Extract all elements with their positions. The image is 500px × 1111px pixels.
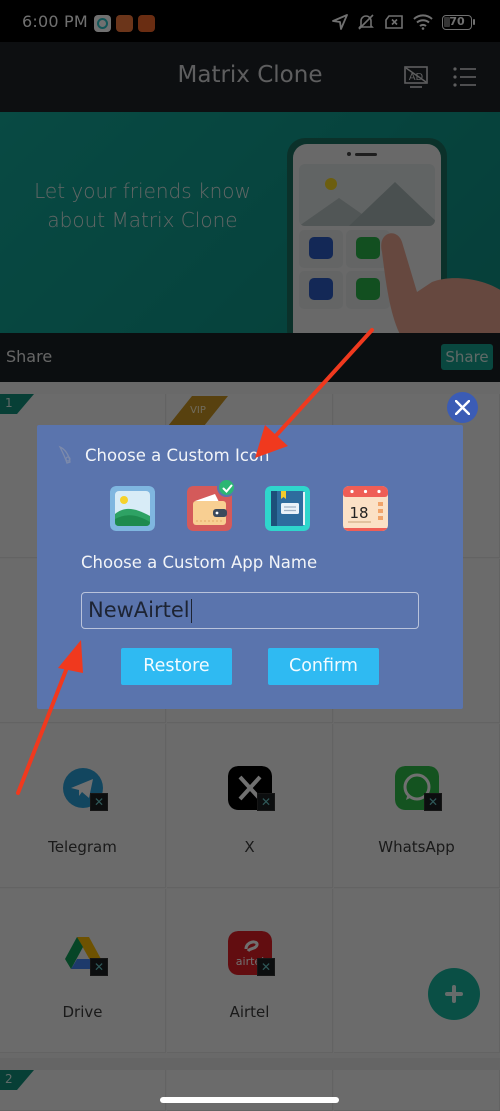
confirm-button[interactable]: Confirm	[268, 648, 379, 685]
custom-icon-dialog: Choose a Custom Icon 18 Choose a Custom …	[37, 425, 463, 709]
custom-app-name-value: NewAirtel	[88, 598, 190, 622]
dialog-title: Choose a Custom Icon	[85, 445, 270, 465]
close-dialog-button[interactable]	[447, 392, 478, 423]
calendar-day: 18	[349, 504, 368, 522]
calendar-icon: 18	[343, 486, 388, 531]
icon-choice-calendar[interactable]: 18	[343, 486, 388, 531]
icon-choice-gallery[interactable]	[110, 486, 155, 531]
selected-check-icon	[217, 478, 236, 497]
custom-name-label: Choose a Custom App Name	[81, 553, 318, 572]
restore-button[interactable]: Restore	[121, 648, 232, 685]
icon-choice-notebook[interactable]	[265, 486, 310, 531]
home-indicator[interactable]	[160, 1097, 339, 1103]
text-caret	[190, 599, 193, 623]
feather-pen-icon	[58, 445, 71, 464]
gallery-icon	[110, 486, 155, 531]
custom-app-name-input[interactable]: NewAirtel	[81, 592, 419, 629]
notebook-icon	[265, 486, 310, 531]
close-icon	[455, 400, 470, 415]
icon-choice-row: 18	[110, 478, 390, 532]
